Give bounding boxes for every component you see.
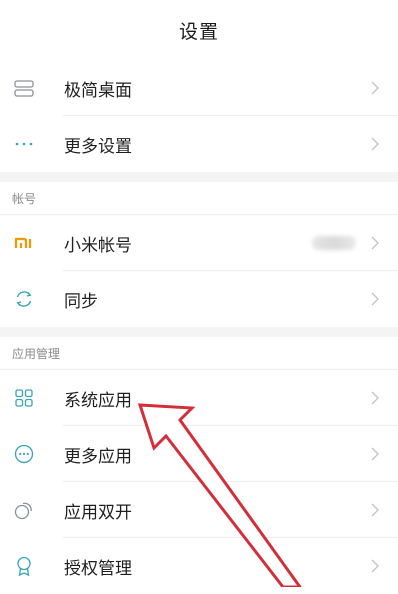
row-label: 小米帐号 [64, 235, 132, 256]
row-label: 授权管理 [64, 558, 132, 579]
row-system-apps[interactable]: 系统应用 [0, 370, 398, 426]
grid-apps-icon [13, 387, 35, 409]
chevron-right-icon [370, 446, 380, 462]
row-label: 应用双开 [64, 502, 132, 523]
more-settings-icon [13, 133, 35, 155]
chevron-right-icon [370, 558, 380, 574]
sync-icon [13, 288, 35, 310]
account-value-blurred [312, 236, 356, 250]
dual-apps-icon [13, 499, 35, 521]
chevron-right-icon [370, 502, 380, 518]
page-title: 设置 [178, 20, 219, 43]
row-label: 更多应用 [64, 446, 132, 467]
more-apps-icon [13, 443, 35, 465]
minimal-desktop-icon [13, 77, 35, 99]
row-more-settings[interactable]: 更多设置 [0, 116, 398, 172]
chevron-right-icon [370, 136, 380, 152]
section-header-account: 帐号 [0, 182, 398, 215]
chevron-right-icon [370, 390, 380, 406]
header: 设置 [0, 0, 398, 60]
row-minimal-desktop[interactable]: 极简桌面 [0, 60, 398, 116]
row-mi-account[interactable]: 小米帐号 [0, 215, 398, 271]
section-title: 应用管理 [12, 347, 61, 361]
row-label: 同步 [64, 291, 98, 312]
row-sync[interactable]: 同步 [0, 271, 398, 327]
row-dual-apps[interactable]: 应用双开 [0, 482, 398, 538]
row-label: 极简桌面 [64, 80, 132, 101]
chevron-right-icon [370, 235, 380, 251]
permissions-icon [13, 555, 35, 577]
section-title: 帐号 [12, 192, 37, 206]
chevron-right-icon [370, 291, 380, 307]
row-more-apps[interactable]: 更多应用 [0, 426, 398, 482]
row-label: 更多设置 [64, 136, 132, 157]
row-label: 系统应用 [64, 390, 132, 411]
section-gap [0, 327, 398, 337]
section-gap [0, 172, 398, 182]
chevron-right-icon [370, 80, 380, 96]
mi-logo-icon [13, 232, 35, 254]
section-header-app-management: 应用管理 [0, 337, 398, 370]
row-permissions[interactable]: 授权管理 [0, 538, 398, 594]
